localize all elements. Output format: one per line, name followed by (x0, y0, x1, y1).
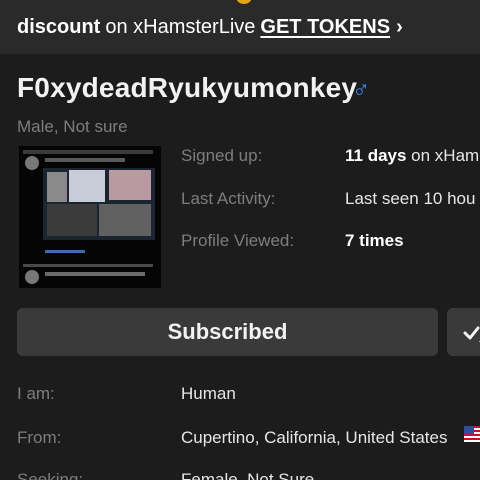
get-tokens-link[interactable]: GET TOKENS (260, 16, 390, 39)
signed-up-days: 11 days (345, 146, 407, 165)
male-symbol-icon: ♂ (352, 76, 370, 103)
profile-gender-subtitle: Male, Not sure (17, 117, 128, 136)
profile-page: discount on xHamsterLive GET TOKENS › F0… (0, 0, 480, 480)
avatar-thumbnail-image (109, 170, 151, 200)
avatar-thumbnail-image (47, 172, 67, 202)
last-activity-value: Last seen 10 hou (345, 189, 476, 208)
profile-viewed-label: Profile Viewed: (181, 231, 295, 250)
chevron-right-icon: › (396, 15, 403, 38)
signed-up-value: 11 days on xHam (345, 146, 479, 166)
profile-viewed-value: 7 times (345, 231, 404, 251)
last-activity-label: Last Activity: (181, 189, 276, 208)
seeking-value: Female, Not Sure (181, 470, 315, 480)
avatar-thumbnail-line (45, 158, 125, 162)
avatar-thumbnail-dot (25, 270, 39, 284)
subscribed-button[interactable]: Subscribed (17, 308, 438, 356)
avatar-thumbnail-dot (25, 156, 39, 170)
i-am-label: I am: (17, 384, 55, 403)
avatar-thumbnail-image (99, 204, 151, 236)
signed-up-label: Signed up: (181, 146, 263, 165)
profile-avatar[interactable] (19, 146, 161, 288)
promo-site-text: on xHamsterLive (105, 15, 256, 38)
signed-up-site: on xHam (406, 146, 480, 165)
i-am-value: Human (181, 384, 236, 403)
avatar-thumbnail-line (23, 150, 153, 154)
promo-banner[interactable]: discount on xHamsterLive GET TOKENS › (0, 0, 480, 54)
us-flag-icon (464, 426, 480, 442)
avatar-thumbnail-link (45, 250, 85, 253)
avatar-thumbnail-image (47, 204, 97, 236)
promo-discount-text: discount (17, 15, 101, 38)
user-check-icon (463, 326, 480, 342)
from-label: From: (17, 428, 62, 447)
avatar-thumbnail-image (69, 170, 105, 202)
seeking-label: Seeking: (17, 470, 84, 480)
friend-action-button[interactable] (447, 308, 480, 356)
avatar-thumbnail-line (45, 272, 145, 276)
from-value: Cupertino, California, United States (181, 428, 448, 447)
avatar-thumbnail-line (23, 264, 153, 267)
profile-username: F0xydeadRyukyumonkey (17, 72, 358, 103)
profile-viewed-count: 7 times (345, 231, 404, 250)
coin-icon (236, 0, 252, 4)
